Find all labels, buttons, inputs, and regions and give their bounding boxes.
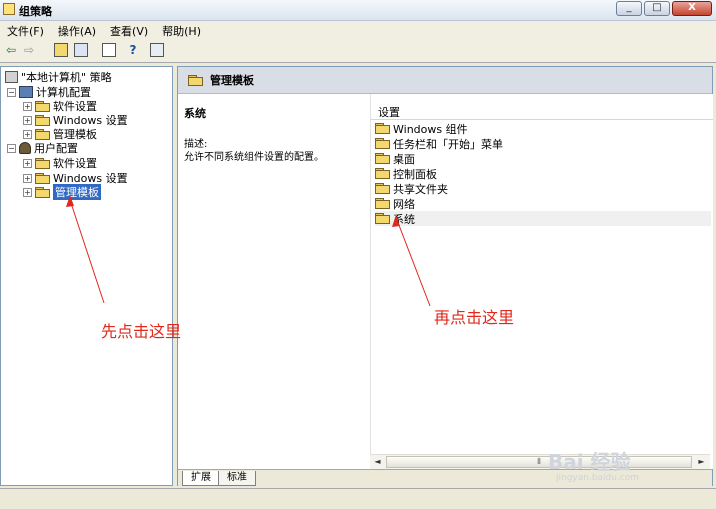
list-item[interactable]: 网络 [375, 196, 711, 211]
help-icon[interactable]: ? [126, 43, 140, 58]
baidu-watermark-url: jingyan.baidu.com [556, 473, 640, 483]
scroll-thumb[interactable]: ⦀ [386, 456, 692, 468]
tree-pane: "本地计算机" 策略 − 计算机配置 + 软件设置 + Windows 设置 +… [0, 66, 173, 486]
menu-view[interactable]: 查看(V) [103, 23, 155, 39]
annotation-second-click: 再点击这里 [434, 308, 515, 327]
computer-icon [19, 86, 33, 98]
details-pane: 管理模板 系统 描述: 允许不同系统组件设置的配置。 设置 Windows 组件… [177, 66, 713, 486]
status-bar [0, 488, 716, 509]
tree-user-admin[interactable]: + 管理模板 [23, 184, 101, 200]
list-item[interactable]: 共享文件夹 [375, 181, 711, 196]
tab-extended[interactable]: 扩展 [182, 471, 220, 486]
show-hide-tree-icon[interactable] [74, 43, 88, 57]
tab-standard[interactable]: 标准 [218, 471, 256, 486]
scroll-left-icon[interactable]: ◄ [371, 456, 384, 468]
horizontal-scrollbar[interactable]: ◄ ⦀ ► [370, 454, 710, 470]
menu-help[interactable]: 帮助(H) [155, 23, 208, 39]
up-folder-icon[interactable] [54, 43, 68, 57]
folder-icon [35, 157, 50, 169]
app-icon [3, 3, 15, 15]
folder-icon [375, 198, 390, 209]
folder-icon [375, 153, 390, 164]
list-item[interactable]: 控制面板 [375, 166, 711, 181]
expand-icon[interactable]: + [23, 187, 32, 197]
menu-action[interactable]: 操作(A) [51, 23, 103, 39]
maximize-button[interactable]: □ [644, 1, 670, 16]
settings-list: 设置 Windows 组件 任务栏和「开始」菜单 桌面 控制面板 共享文件夹 网… [370, 94, 713, 469]
scroll-right-icon[interactable]: ► [695, 456, 708, 468]
window-controls: _ □ X [616, 1, 712, 16]
expand-icon[interactable]: + [23, 129, 32, 139]
expand-icon[interactable]: + [23, 158, 32, 168]
user-icon [19, 142, 31, 154]
description-title: 系统 [184, 107, 206, 120]
tree-user-software[interactable]: + 软件设置 [23, 156, 97, 170]
title-bar: 组策略 _ □ X [0, 0, 716, 21]
properties-icon[interactable] [150, 43, 164, 57]
tree-computer-admin[interactable]: + 管理模板 [23, 127, 97, 141]
column-header-settings[interactable]: 设置 [371, 103, 713, 120]
expand-icon[interactable]: + [23, 173, 32, 183]
folder-icon [35, 172, 50, 184]
description-text: 允许不同系统组件设置的配置。 [184, 152, 324, 163]
list-item-label: 控制面板 [393, 167, 437, 181]
column-header-label: 设置 [378, 106, 400, 119]
tree-root[interactable]: "本地计算机" 策略 [5, 70, 112, 84]
tree-computer-config[interactable]: − 计算机配置 [7, 85, 91, 99]
expand-icon[interactable]: + [23, 101, 32, 111]
export-list-icon[interactable] [102, 43, 116, 57]
list-item-label: 系统 [393, 212, 415, 226]
annotation-first-click: 先点击这里 [101, 322, 182, 341]
list-item-label: 网络 [393, 197, 415, 211]
folder-icon [375, 138, 390, 149]
expand-icon[interactable]: + [23, 115, 32, 125]
menu-bar: 文件(F) 操作(A) 查看(V) 帮助(H) [0, 21, 716, 40]
list-item-label: Windows 组件 [393, 122, 468, 136]
forward-icon[interactable]: ⇨ [22, 43, 36, 58]
tree-item-label-selected: 管理模板 [53, 184, 101, 200]
folder-icon [375, 168, 390, 179]
back-icon[interactable]: ⇦ [4, 43, 18, 58]
folder-icon [35, 114, 50, 126]
details-header-title: 管理模板 [210, 74, 254, 87]
tree-computer-windows[interactable]: + Windows 设置 [23, 113, 128, 127]
close-button[interactable]: X [672, 1, 712, 16]
tree-computer-software[interactable]: + 软件设置 [23, 99, 97, 113]
tree-root-label: "本地计算机" 策略 [21, 71, 112, 84]
list-item-label: 共享文件夹 [393, 182, 448, 196]
baidu-watermark-logo: Bai 经验 [548, 450, 631, 474]
window-title: 组策略 [19, 5, 52, 18]
tree-user-label: 用户配置 [34, 142, 78, 155]
toolbar: ⇦ ⇨ ? [0, 40, 716, 63]
collapse-icon[interactable]: − [7, 143, 16, 153]
list-item[interactable]: 任务栏和「开始」菜单 [375, 136, 711, 151]
minimize-button[interactable]: _ [616, 1, 642, 16]
folder-icon [35, 128, 50, 140]
tree-item-label: 软件设置 [53, 157, 97, 170]
list-item-system[interactable]: 系统 [375, 211, 711, 226]
list-item-label: 任务栏和「开始」菜单 [393, 137, 503, 151]
folder-icon [375, 123, 390, 134]
folder-icon [375, 213, 390, 224]
list-item[interactable]: 桌面 [375, 151, 711, 166]
list-item[interactable]: Windows 组件 [375, 121, 711, 136]
folder-open-icon [35, 186, 50, 198]
folder-icon [35, 100, 50, 112]
collapse-icon[interactable]: − [7, 87, 16, 97]
folder-icon [375, 183, 390, 194]
folder-icon [188, 74, 203, 86]
tree-user-config[interactable]: − 用户配置 [7, 141, 78, 155]
description-panel: 系统 描述: 允许不同系统组件设置的配置。 [178, 94, 370, 469]
details-header: 管理模板 [178, 67, 712, 94]
list-item-label: 桌面 [393, 152, 415, 166]
tree-user-windows[interactable]: + Windows 设置 [23, 171, 128, 185]
policy-icon [5, 71, 18, 83]
menu-file[interactable]: 文件(F) [0, 23, 51, 39]
